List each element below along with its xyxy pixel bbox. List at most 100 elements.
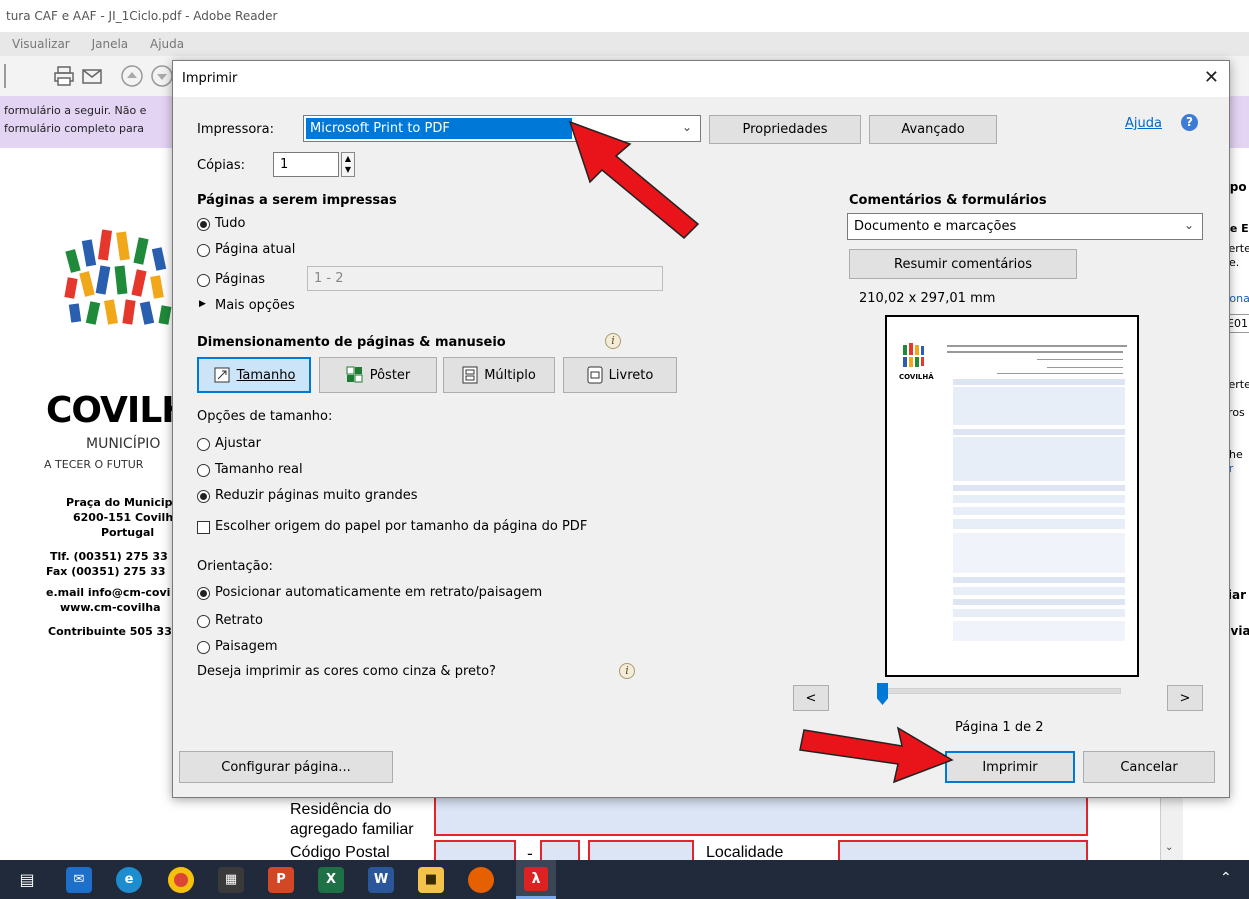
- window-title: tura CAF e AAF - JI_1Ciclo.pdf - Adobe R…: [0, 0, 1249, 32]
- tab-multiple[interactable]: Múltiplo: [443, 357, 555, 393]
- pages-range-input[interactable]: 1 - 2: [307, 266, 663, 291]
- orientation-portrait-label: Retrato: [215, 613, 263, 628]
- advanced-button[interactable]: Avançado: [869, 115, 997, 144]
- size-shrink-label: Reduzir páginas muito grandes: [215, 488, 418, 503]
- notice-line-1: formulário a seguir. Não e: [4, 104, 147, 117]
- more-options-link[interactable]: Mais opções: [215, 298, 295, 313]
- pages-range-value: 1 - 2: [314, 271, 344, 286]
- mail-icon[interactable]: ✉: [66, 867, 92, 893]
- expand-triangle-icon[interactable]: ▶: [199, 299, 206, 309]
- preview-prev-button[interactable]: <: [793, 685, 829, 711]
- orientation-auto-label: Posicionar automaticamente em retrato/pa…: [215, 585, 543, 600]
- preview-logo-icon: [903, 343, 924, 367]
- excel-icon[interactable]: X: [318, 867, 344, 893]
- pages-all-radio[interactable]: [197, 218, 210, 231]
- address-line-3: Portugal: [101, 526, 155, 539]
- powerpoint-icon[interactable]: P: [268, 867, 294, 893]
- logo-tagline: A TECER O FUTUR: [44, 458, 144, 471]
- paper-source-checkbox[interactable]: [197, 521, 210, 534]
- edge-icon[interactable]: e: [116, 867, 142, 893]
- annotation-arrow-print-icon: [799, 726, 954, 784]
- covilha-logo-icon: [64, 229, 172, 325]
- tab-booklet[interactable]: Livreto: [563, 357, 677, 393]
- pages-current-radio[interactable]: [197, 244, 210, 257]
- chrome-icon[interactable]: [168, 867, 194, 893]
- copies-label: Cópias:: [197, 158, 246, 173]
- tray-expand-icon[interactable]: ⌃: [1220, 870, 1232, 886]
- copies-stepper[interactable]: ▲ ▼: [341, 152, 355, 177]
- comments-value: Documento e marcações: [854, 219, 1017, 234]
- scroll-down-icon[interactable]: ⌄: [1165, 842, 1173, 853]
- size-shrink-radio[interactable]: [197, 490, 210, 503]
- print-icon[interactable]: [52, 64, 76, 88]
- print-preview: COVILHÃ: [885, 315, 1139, 677]
- properties-button[interactable]: Propriedades: [709, 115, 861, 144]
- size-actual-label: Tamanho real: [215, 462, 303, 477]
- sizing-heading: Dimensionamento de páginas & manuseio: [197, 335, 506, 350]
- menu-ajuda[interactable]: Ajuda: [150, 37, 184, 51]
- orientation-auto-radio[interactable]: [197, 587, 210, 600]
- close-icon[interactable]: ✕: [1204, 67, 1219, 88]
- file-explorer-icon[interactable]: ■: [418, 867, 444, 893]
- orientation-landscape-radio[interactable]: [197, 641, 210, 654]
- page-setup-button[interactable]: Configurar página...: [179, 751, 393, 783]
- tab-booklet-label: Livreto: [608, 367, 654, 383]
- email-line: e.mail info@cm-covi: [46, 586, 171, 599]
- tab-multiple-label: Múltiplo: [484, 367, 536, 383]
- printer-label: Impressora:: [197, 122, 274, 137]
- toolbar-edge-icon: [4, 64, 12, 88]
- cancel-button[interactable]: Cancelar: [1083, 751, 1215, 783]
- booklet-icon: [587, 366, 603, 384]
- orientation-portrait-radio[interactable]: [197, 615, 210, 628]
- size-options-label: Opções de tamanho:: [197, 409, 333, 424]
- copies-input[interactable]: 1: [273, 152, 339, 177]
- page-up-icon[interactable]: [120, 64, 144, 88]
- chevron-down-icon: ⌄: [1183, 218, 1194, 232]
- preview-slider-thumb[interactable]: [877, 683, 888, 705]
- acrobat-taskbar-item[interactable]: λ: [516, 860, 556, 899]
- tab-size-label: Tamanho: [236, 367, 296, 383]
- help-icon[interactable]: ?: [1181, 114, 1198, 131]
- residencia-label: Residência do agregado familiar: [290, 801, 414, 838]
- logo-text: COVILH: [46, 390, 178, 431]
- task-view-icon[interactable]: ▤: [14, 867, 40, 893]
- comments-select[interactable]: Documento e marcações ⌄: [847, 213, 1203, 240]
- size-fit-radio[interactable]: [197, 438, 210, 451]
- summarize-comments-button[interactable]: Resumir comentários: [849, 249, 1077, 279]
- paper-source-label: Escolher origem do papel por tamanho da …: [215, 519, 588, 534]
- size-actual-radio[interactable]: [197, 464, 210, 477]
- tab-poster-label: Pôster: [369, 367, 411, 383]
- info-icon-grayscale[interactable]: i: [619, 663, 635, 679]
- store-icon[interactable]: ▦: [218, 867, 244, 893]
- phone-line: Tlf. (00351) 275 33: [50, 550, 168, 563]
- pages-range-radio[interactable]: [197, 274, 210, 287]
- orientation-landscape-label: Paisagem: [215, 639, 278, 654]
- word-icon[interactable]: W: [368, 867, 394, 893]
- document-left-visible: COVILH MUNICÍPIO A TECER O FUTUR Praça d…: [0, 150, 178, 860]
- contribuinte-line: Contribuinte 505 33: [48, 625, 172, 638]
- website-line: www.cm-covilha: [60, 601, 161, 614]
- preview-slider-track[interactable]: [879, 688, 1121, 694]
- tab-poster[interactable]: Pôster: [319, 357, 437, 393]
- email-icon[interactable]: [80, 64, 104, 88]
- firefox-icon[interactable]: [468, 867, 494, 893]
- tab-size[interactable]: Tamanho: [197, 357, 311, 393]
- help-link[interactable]: Ajuda: [1125, 116, 1162, 131]
- info-icon[interactable]: i: [605, 333, 621, 349]
- printer-selected-value: Microsoft Print to PDF: [306, 118, 572, 139]
- dialog-title: Imprimir: [182, 71, 238, 86]
- address-line-1: Praça do Municip: [66, 496, 173, 509]
- page-down-icon[interactable]: [150, 64, 174, 88]
- dialog-titlebar: Imprimir ✕: [173, 61, 1229, 97]
- preview-next-button[interactable]: >: [1167, 685, 1203, 711]
- address-line-2: 6200-151 Covilh: [73, 511, 174, 524]
- pages-all-label: Tudo: [215, 216, 246, 231]
- fax-line: Fax (00351) 275 33: [46, 565, 166, 578]
- print-button[interactable]: Imprimir: [945, 751, 1075, 783]
- poster-icon: [346, 366, 363, 383]
- comments-heading: Comentários & formulários: [849, 193, 1047, 208]
- menu-visualizar[interactable]: Visualizar: [12, 37, 70, 51]
- menu-janela[interactable]: Janela: [92, 37, 129, 51]
- logo-municipio: MUNICÍPIO: [86, 436, 161, 452]
- size-fit-label: Ajustar: [215, 436, 261, 451]
